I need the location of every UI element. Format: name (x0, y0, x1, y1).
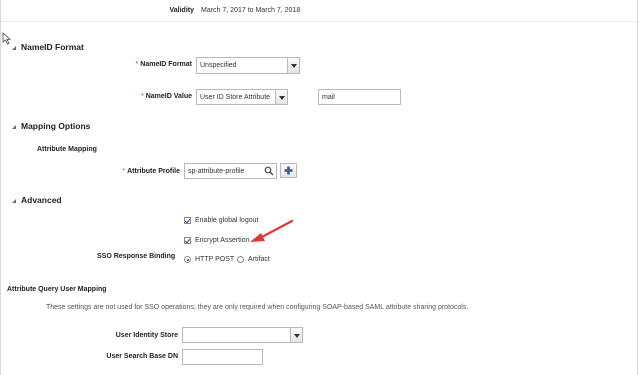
nameid-value-select[interactable]: User ID Store Attribute (196, 89, 288, 105)
search-icon[interactable] (264, 166, 274, 176)
attribute-profile-label: * Attribute Profile (100, 168, 180, 175)
sso-binding-option-artifact: Artifact (248, 256, 270, 263)
collapse-triangle-icon[interactable] (12, 46, 16, 50)
user-identity-store-label: User Identity Store (115, 332, 178, 339)
dropdown-arrow-icon[interactable] (290, 328, 302, 342)
add-profile-button[interactable] (280, 163, 297, 178)
encrypt-assertion-checkbox[interactable] (184, 237, 191, 244)
attribute-profile-label-text: Attribute Profile (127, 168, 180, 175)
dropdown-arrow-icon[interactable] (275, 90, 287, 104)
attribute-mapping-heading: Attribute Mapping (37, 146, 97, 153)
nameid-value-label: * NameID Value (100, 93, 192, 100)
sso-binding-label: SSO Response Binding (97, 253, 176, 260)
sso-binding-option-http-post: HTTP POST (195, 256, 235, 263)
required-mark: * (140, 93, 144, 100)
attribute-query-note: These settings are not used for SSO oper… (46, 304, 469, 311)
collapse-triangle-icon[interactable] (12, 199, 16, 203)
user-identity-store-select[interactable] (182, 327, 303, 343)
attribute-query-title: Attribute Query User Mapping (7, 286, 107, 293)
nameid-format-selected: Unspecified (200, 62, 237, 69)
section-title-advanced: Advanced (21, 195, 62, 205)
top-divider (1, 21, 637, 22)
section-title-mapping-options: Mapping Options (21, 121, 91, 131)
section-title-nameid-format: NameID Format (21, 42, 84, 52)
validity-label: Validity (169, 7, 194, 14)
nameid-attribute-value: mail (322, 94, 335, 101)
nameid-value-selected: User ID Store Attribute (200, 94, 271, 101)
user-search-base-dn-input[interactable] (182, 349, 263, 365)
frame-left-border (0, 0, 1, 375)
encrypt-assertion-label: Encrypt Assertion (195, 237, 250, 244)
collapse-triangle-icon[interactable] (12, 125, 16, 129)
add-icon (284, 166, 293, 175)
user-search-base-dn-label: User Search Base DN (106, 353, 178, 360)
sso-binding-radio-artifact[interactable] (237, 256, 244, 263)
required-mark: * (122, 168, 126, 175)
frame-right-border (637, 0, 638, 375)
mouse-cursor-icon (2, 32, 11, 45)
nameid-format-label: * NameID Format (100, 61, 192, 68)
nameid-attribute-input[interactable]: mail (318, 89, 401, 105)
enable-global-logout-checkbox[interactable] (184, 217, 191, 224)
annotation-arrow (250, 219, 294, 242)
nameid-format-select[interactable]: Unspecified (196, 57, 300, 74)
nameid-format-label-text: NameID Format (140, 61, 192, 68)
validity-value: March 7, 2017 to March 7, 2018 (201, 7, 301, 14)
attribute-profile-value: sp-attribute-profile (188, 168, 245, 175)
required-mark: * (135, 61, 139, 68)
dropdown-arrow-icon[interactable] (287, 58, 299, 73)
nameid-value-label-text: NameID Value (145, 93, 192, 100)
sso-binding-radio-http-post[interactable] (184, 256, 191, 263)
